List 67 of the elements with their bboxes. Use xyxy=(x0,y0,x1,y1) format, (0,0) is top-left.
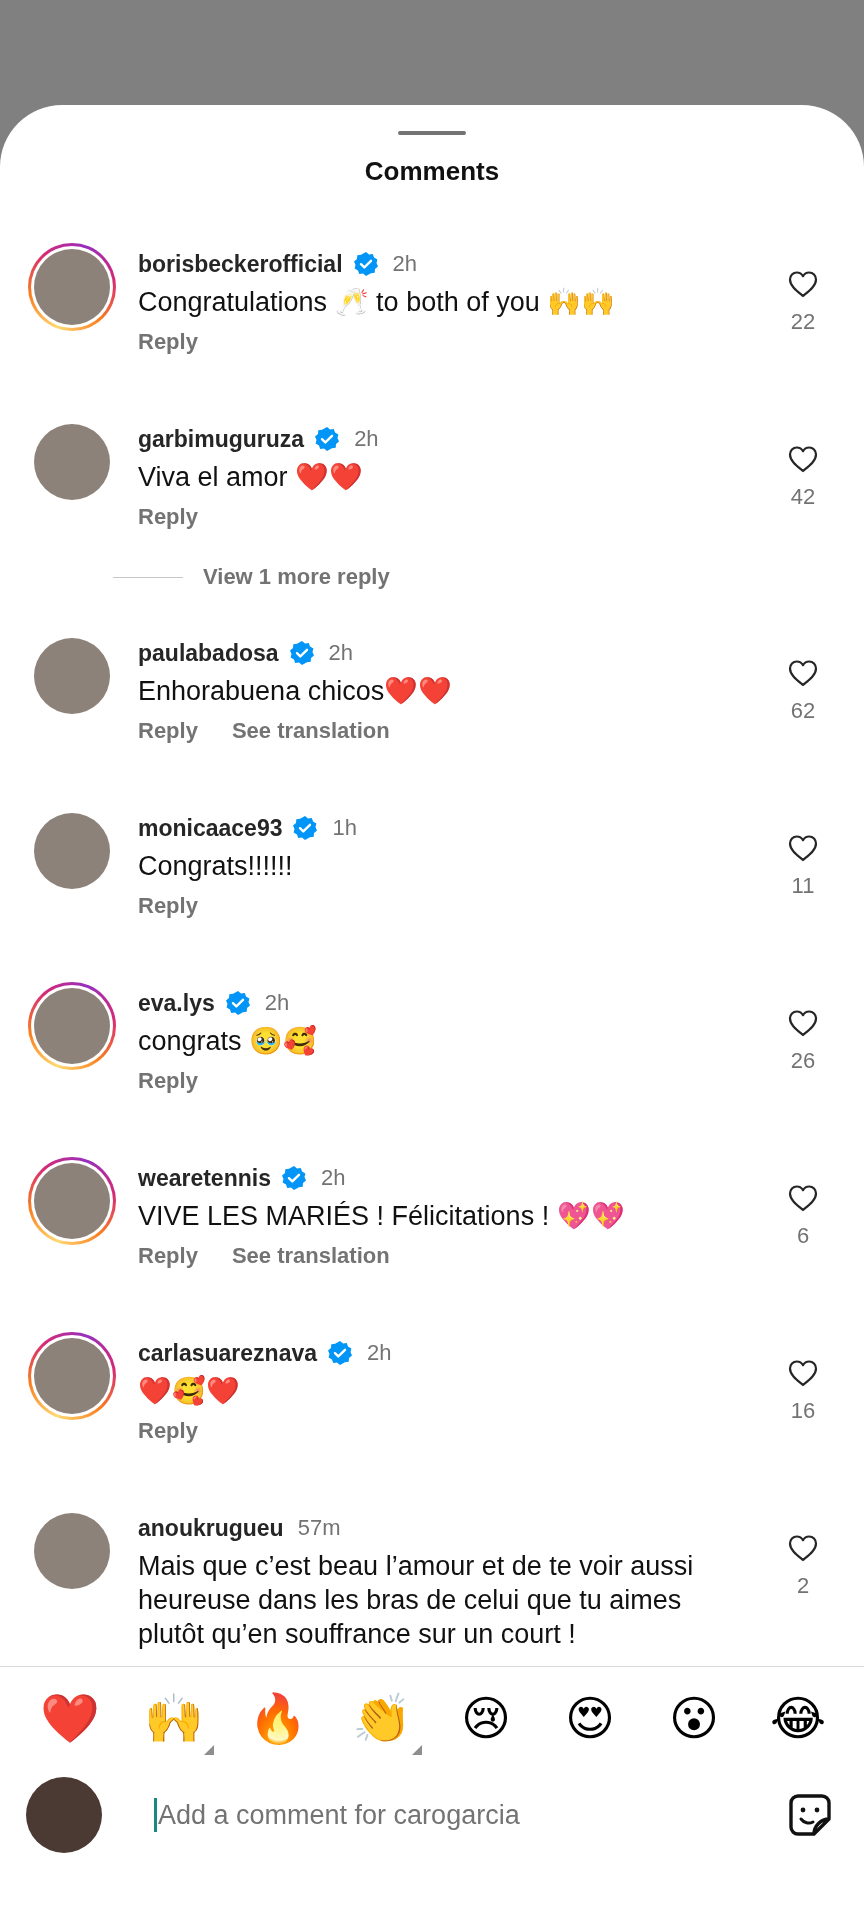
comment-text: Enhorabuena chicos❤❤ xyxy=(138,675,454,708)
sticker-icon[interactable] xyxy=(786,1791,834,1839)
heart-icon[interactable] xyxy=(787,1533,819,1563)
heart-icon[interactable] xyxy=(787,833,819,863)
reaction-emoji[interactable]: 😍 xyxy=(550,1681,630,1755)
like-count: 62 xyxy=(790,698,816,724)
comment-action-link[interactable]: See translation xyxy=(231,1241,390,1271)
view-replies-link[interactable]: View 1 more reply xyxy=(203,564,390,590)
comment-time: 1h xyxy=(332,815,357,841)
avatar-photo[interactable] xyxy=(34,249,110,325)
avatar-photo[interactable] xyxy=(34,1338,110,1414)
comment-time: 2h xyxy=(328,640,354,666)
comment-time: 2h xyxy=(264,990,290,1016)
username[interactable]: anoukrugueu xyxy=(138,1514,284,1542)
comment-text: Mais que c’est beau l’amour et de te voir aussi heureuse dans les bras de celui que tu aimes plutôt qu’en souffrance sur un court ! xyxy=(138,1550,695,1651)
comment-action-link[interactable]: Reply xyxy=(138,716,198,746)
reaction-emoji[interactable]: 😮 xyxy=(654,1681,734,1755)
avatar-photo[interactable] xyxy=(34,988,110,1064)
username[interactable]: paulabadosa xyxy=(138,639,279,667)
heart-icon[interactable] xyxy=(787,269,819,299)
username[interactable]: carlasuareznava xyxy=(138,1339,317,1367)
text-cursor xyxy=(154,1798,157,1832)
comment-input-field[interactable]: Add a comment for carogarcia xyxy=(158,1799,776,1831)
comment-action-link[interactable]: Reply xyxy=(138,502,198,532)
username[interactable]: borisbeckerofficial xyxy=(138,250,343,278)
drag-handle[interactable] xyxy=(398,131,466,135)
heart-icon[interactable] xyxy=(787,1008,819,1038)
reaction-emoji[interactable]: ❤ xyxy=(30,1681,110,1755)
comment-text: Congrats!!!!!! xyxy=(138,850,294,883)
comment-text: Viva el amor ❤❤ xyxy=(138,461,365,494)
username[interactable]: wearetennis xyxy=(138,1164,271,1192)
variant-indicator-icon xyxy=(204,1745,214,1755)
like-count: 2 xyxy=(796,1573,810,1599)
username[interactable]: garbimuguruza xyxy=(138,425,305,453)
username[interactable]: eva.lys xyxy=(138,989,215,1017)
comment-action-link[interactable]: Reply xyxy=(138,1066,198,1096)
comment-time: 2h xyxy=(354,426,379,452)
like-count: 11 xyxy=(791,873,815,899)
like-count: 22 xyxy=(790,309,816,335)
reaction-emoji[interactable]: 🔥 xyxy=(238,1681,318,1755)
comment-text: ❤🥰❤ xyxy=(138,1374,241,1408)
variant-indicator-icon xyxy=(412,1745,422,1755)
comment-text: Congratulations 🥂 to both of you 🙌🙌 xyxy=(138,286,617,319)
avatar-photo[interactable] xyxy=(34,1163,110,1239)
comment-time: 2h xyxy=(367,1340,392,1366)
heart-icon[interactable] xyxy=(787,658,819,688)
comment-action-link[interactable]: See translation xyxy=(231,716,390,746)
comment-text: congrats 🥹🥰 xyxy=(138,1024,319,1058)
heart-icon[interactable] xyxy=(787,444,819,474)
comment-action-link[interactable]: Reply xyxy=(138,891,198,921)
like-count: 42 xyxy=(790,484,816,510)
comment-action-link[interactable]: Reply xyxy=(138,327,198,357)
comment-action-link[interactable]: Reply xyxy=(138,1241,198,1271)
comment-time: 2h xyxy=(392,251,417,277)
like-count: 6 xyxy=(796,1223,810,1249)
like-count: 26 xyxy=(790,1048,816,1074)
reaction-emoji[interactable]: 😂 xyxy=(758,1681,838,1755)
comment-time: 2h xyxy=(320,1165,346,1191)
username[interactable]: monicaace93 xyxy=(138,814,283,842)
reaction-emoji[interactable]: 😢 xyxy=(446,1681,526,1755)
like-count: 16 xyxy=(790,1398,816,1424)
heart-icon[interactable] xyxy=(787,1183,819,1213)
heart-icon[interactable] xyxy=(787,1358,819,1388)
comment-action-link[interactable]: Reply xyxy=(138,1416,198,1446)
sheet-title: Comments xyxy=(364,155,500,187)
comment-text: VIVE LES MARIÉS ! Félicitations ! 💖💖 xyxy=(138,1200,626,1233)
comment-time: 57m xyxy=(297,1515,341,1541)
